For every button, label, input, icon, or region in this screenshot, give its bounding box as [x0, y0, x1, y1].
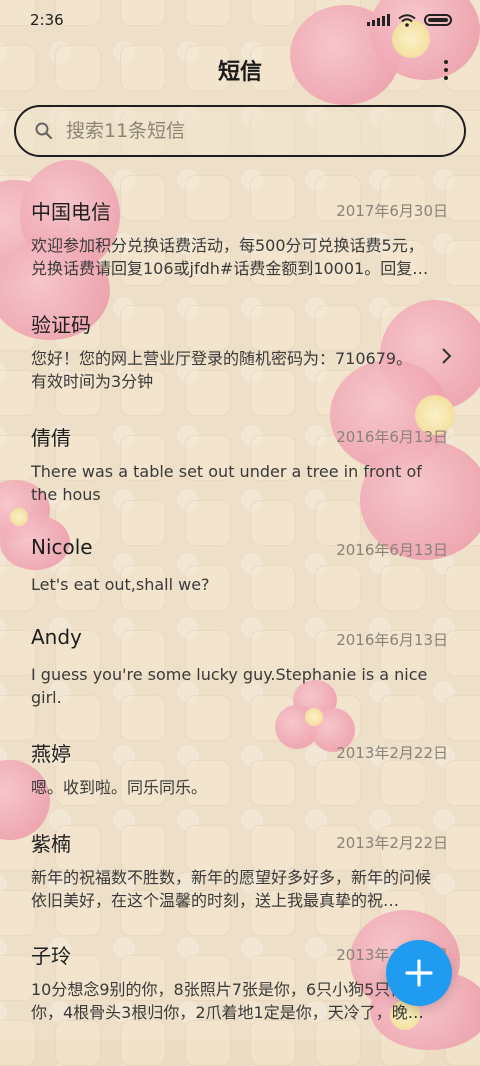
plus-icon: [405, 959, 433, 987]
conversation-name: 倩倩: [31, 426, 71, 450]
search-bar[interactable]: [14, 105, 466, 157]
conversation-item[interactable]: 中国电信 2017年6月30日 欢迎参加积分兑换话费活动，每500分可兑换话费5…: [0, 196, 480, 296]
conversation-item[interactable]: 燕婷 2013年2月22日 嗯。收到啦。同乐同乐。: [0, 738, 480, 818]
conversation-name: Andy: [31, 625, 82, 649]
status-icons: [367, 13, 452, 27]
conversation-preview: There was a table set out under a tree i…: [31, 462, 422, 504]
status-time: 2:36: [30, 11, 64, 29]
conversation-date: 2013年2月22日: [336, 744, 448, 762]
conversation-name: 中国电信: [31, 200, 111, 224]
conversation-preview: 您好！您的网上营业厅登录的随机密码为：710679。有效时间为3分钟: [31, 349, 413, 391]
wifi-icon: [398, 13, 416, 27]
conversation-preview: 新年的祝福数不胜数，新年的愿望好多好多，新年的问候依旧美好，在这个温馨的时刻，送…: [31, 868, 432, 910]
conversation-item[interactable]: 紫楠 2013年2月22日 新年的祝福数不胜数，新年的愿望好多好多，新年的问候依…: [0, 828, 480, 928]
conversation-date: 2017年6月30日: [336, 202, 448, 220]
status-bar: 2:36: [0, 0, 480, 40]
conversation-name: Nicole: [31, 535, 93, 559]
chevron-right-icon: [442, 348, 452, 364]
more-vertical-icon: [444, 60, 448, 64]
conversation-preview: I guess you're some lucky guy.Stephanie …: [31, 665, 428, 707]
conversation-preview: 10分想念9别的你，8张照片7张是你，6只小狗5只像你，4根骨头3根归你，2爪着…: [31, 980, 424, 1022]
new-message-button[interactable]: [386, 940, 452, 1006]
signal-icon: [367, 14, 390, 26]
more-options-button[interactable]: [438, 56, 454, 84]
conversation-date: 2016年6月13日: [336, 428, 448, 446]
conversation-preview: Let's eat out,shall we?: [31, 575, 210, 594]
conversation-item[interactable]: Andy 2016年6月13日 I guess you're some luck…: [0, 625, 480, 725]
conversation-date: 2016年6月13日: [336, 631, 448, 649]
conversation-preview: 欢迎参加积分兑换话费活动，每500分可兑换话费5元，兑换话费请回复106或jfd…: [31, 236, 429, 278]
conversation-item[interactable]: 验证码 您好！您的网上营业厅登录的随机密码为：710679。有效时间为3分钟: [0, 309, 480, 409]
conversation-name: 验证码: [31, 313, 91, 337]
battery-icon: [424, 14, 452, 26]
search-icon: [35, 122, 53, 140]
conversation-date: 2016年6月13日: [336, 541, 448, 559]
conversation-preview: 嗯。收到啦。同乐同乐。: [31, 778, 208, 797]
search-input[interactable]: [64, 119, 428, 143]
conversation-item[interactable]: 倩倩 2016年6月13日 There was a table set out …: [0, 422, 480, 522]
conversation-item[interactable]: Nicole 2016年6月13日 Let's eat out,shall we…: [0, 535, 480, 615]
conversation-date: 2013年2月22日: [336, 834, 448, 852]
conversation-name: 子玲: [31, 944, 71, 968]
page-title: 短信: [217, 60, 262, 85]
conversation-name: 紫楠: [31, 832, 71, 856]
conversation-name: 燕婷: [31, 742, 71, 766]
header: 短信: [0, 48, 480, 92]
